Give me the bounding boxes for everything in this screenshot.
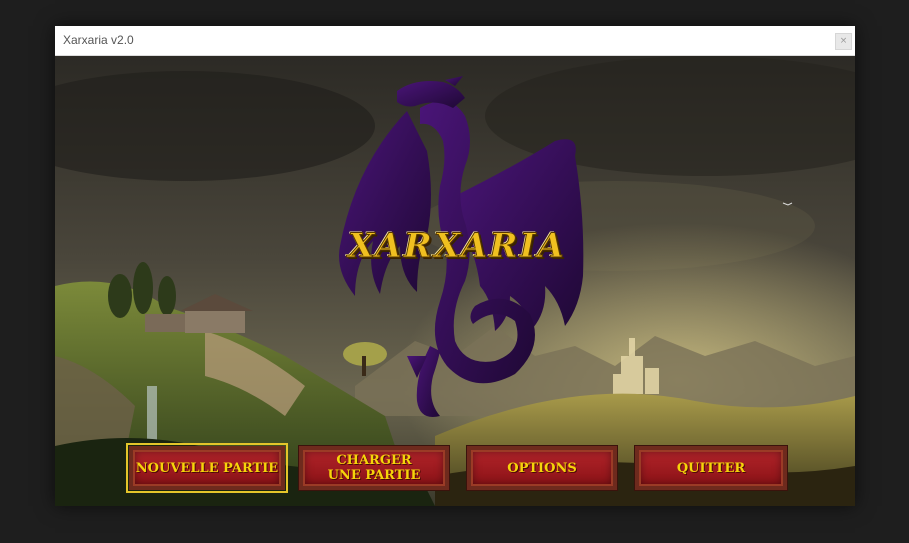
- quit-label: QUITTER: [676, 460, 746, 476]
- load-game-button[interactable]: CHARGER UNE PARTIE: [298, 445, 450, 491]
- window-title: Xarxaria v2.0: [63, 33, 134, 47]
- close-button[interactable]: ×: [835, 33, 852, 50]
- close-icon: ×: [839, 36, 848, 46]
- new-game-label: NOUVELLE PARTIE: [135, 460, 279, 476]
- options-label: OPTIONS: [507, 460, 577, 476]
- quit-button[interactable]: QUITTER: [634, 445, 788, 491]
- menu-background: [55, 56, 855, 506]
- landscape-illustration: [55, 56, 855, 506]
- options-button[interactable]: OPTIONS: [466, 445, 618, 491]
- game-window: Xarxaria v2.0 × XARXARIA NOUVELLE PARTIE…: [55, 26, 855, 506]
- load-game-label: CHARGER UNE PARTIE: [327, 453, 421, 483]
- new-game-button[interactable]: NOUVELLE PARTIE: [126, 443, 288, 493]
- title-bar[interactable]: Xarxaria v2.0 ×: [55, 26, 855, 56]
- game-logo-title: XARXARIA: [348, 226, 566, 267]
